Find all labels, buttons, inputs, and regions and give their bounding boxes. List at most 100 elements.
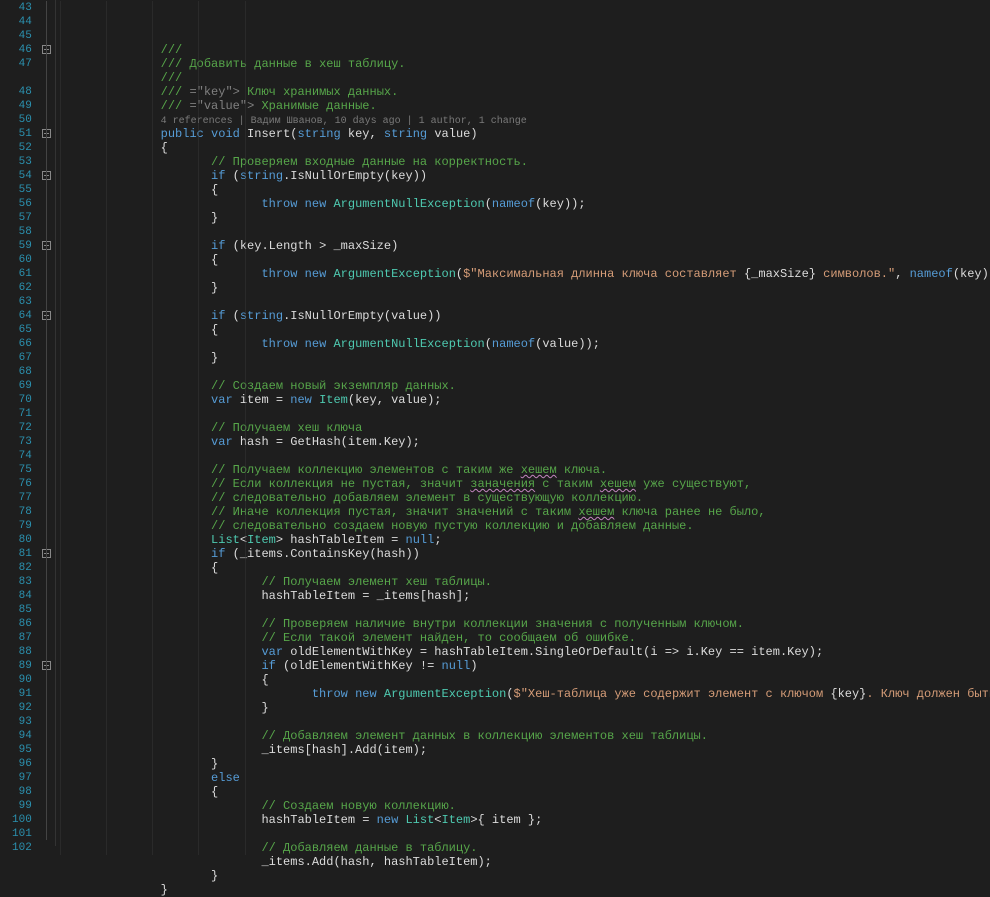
line-number[interactable]: 80 xyxy=(12,533,32,547)
line-number[interactable]: 68 xyxy=(12,365,32,379)
fold-cell xyxy=(38,854,55,868)
line-number[interactable]: 101 xyxy=(12,827,32,841)
line-number[interactable]: 74 xyxy=(12,449,32,463)
line-number[interactable]: 73 xyxy=(12,435,32,449)
line-number[interactable]: 83 xyxy=(12,575,32,589)
line-number[interactable]: 79 xyxy=(12,519,32,533)
line-number[interactable]: 86 xyxy=(12,617,32,631)
line-number[interactable]: 52 xyxy=(12,141,32,155)
line-number[interactable] xyxy=(12,71,32,85)
code-line xyxy=(60,295,990,309)
code-line: { xyxy=(60,183,990,197)
line-number[interactable]: 46 xyxy=(12,43,32,57)
code-line: public void Insert(string key, string va… xyxy=(60,127,990,141)
code-line: var oldElementWithKey = hashTableItem.Si… xyxy=(60,645,990,659)
line-number[interactable]: 66 xyxy=(12,337,32,351)
code-line: } xyxy=(60,757,990,771)
line-number[interactable]: 102 xyxy=(12,841,32,855)
line-number[interactable]: 96 xyxy=(12,757,32,771)
line-number[interactable]: 56 xyxy=(12,197,32,211)
line-number[interactable]: 69 xyxy=(12,379,32,393)
code-line xyxy=(60,603,990,617)
code-line: var hash = GetHash(item.Key); xyxy=(60,435,990,449)
code-line: // Добавляем данные в таблицу. xyxy=(60,841,990,855)
code-line: throw new ArgumentException($"Хеш-таблиц… xyxy=(60,687,990,701)
line-number[interactable]: 97 xyxy=(12,771,32,785)
line-number[interactable]: 88 xyxy=(12,645,32,659)
line-number[interactable]: 71 xyxy=(12,407,32,421)
code-line: // Если коллекция не пустая, значит зана… xyxy=(60,477,990,491)
line-number[interactable]: 77 xyxy=(12,491,32,505)
code-line: } xyxy=(60,281,990,295)
code-line: } xyxy=(60,351,990,365)
line-number[interactable]: 62 xyxy=(12,281,32,295)
line-number-gutter[interactable]: 4344454647 484950515253545556575859606162… xyxy=(0,0,38,846)
code-line: List<Item> hashTableItem = null; xyxy=(60,533,990,547)
line-number[interactable]: 94 xyxy=(12,729,32,743)
line-number[interactable]: 78 xyxy=(12,505,32,519)
line-number[interactable]: 43 xyxy=(12,1,32,15)
line-number[interactable]: 70 xyxy=(12,393,32,407)
code-line: { xyxy=(60,141,990,155)
line-number[interactable]: 61 xyxy=(12,267,32,281)
line-number[interactable]: 81 xyxy=(12,547,32,561)
code-line xyxy=(60,407,990,421)
code-line: { xyxy=(60,785,990,799)
line-number[interactable]: 98 xyxy=(12,785,32,799)
line-number[interactable]: 64 xyxy=(12,309,32,323)
line-number[interactable]: 50 xyxy=(12,113,32,127)
code-line: { xyxy=(60,673,990,687)
code-lens[interactable]: 4 references | Вадим Шванов, 10 days ago… xyxy=(60,113,990,127)
line-number[interactable]: 99 xyxy=(12,799,32,813)
line-number[interactable]: 92 xyxy=(12,701,32,715)
line-number[interactable]: 90 xyxy=(12,673,32,687)
line-number[interactable]: 53 xyxy=(12,155,32,169)
code-line: /// ="key"> Ключ хранимых данных. xyxy=(60,85,990,99)
line-number[interactable]: 54 xyxy=(12,169,32,183)
code-editor[interactable]: 4344454647 484950515253545556575859606162… xyxy=(0,0,990,846)
code-line: // Если такой элемент найден, то сообщае… xyxy=(60,631,990,645)
line-number[interactable]: 45 xyxy=(12,29,32,43)
fold-column[interactable] xyxy=(38,0,56,846)
code-line: // следовательно добавляем элемент в сущ… xyxy=(60,491,990,505)
line-number[interactable]: 93 xyxy=(12,715,32,729)
line-number[interactable]: 85 xyxy=(12,603,32,617)
code-line xyxy=(60,225,990,239)
code-line xyxy=(60,365,990,379)
line-number[interactable]: 84 xyxy=(12,589,32,603)
line-number[interactable]: 48 xyxy=(12,85,32,99)
code-line: _items[hash].Add(item); xyxy=(60,743,990,757)
line-number[interactable]: 57 xyxy=(12,211,32,225)
line-number[interactable]: 75 xyxy=(12,463,32,477)
line-number[interactable]: 89 xyxy=(12,659,32,673)
line-number[interactable]: 82 xyxy=(12,561,32,575)
code-line: /// xyxy=(60,71,990,85)
line-number[interactable]: 55 xyxy=(12,183,32,197)
code-line: else xyxy=(60,771,990,785)
line-number[interactable]: 91 xyxy=(12,687,32,701)
line-number[interactable]: 95 xyxy=(12,743,32,757)
code-line: if (key.Length > _maxSize) xyxy=(60,239,990,253)
code-line: if (oldElementWithKey != null) xyxy=(60,659,990,673)
line-number[interactable]: 100 xyxy=(12,813,32,827)
line-number[interactable]: 51 xyxy=(12,127,32,141)
code-line: // Проверяем наличие внутри коллекции зн… xyxy=(60,617,990,631)
line-number[interactable]: 87 xyxy=(12,631,32,645)
line-number[interactable]: 67 xyxy=(12,351,32,365)
line-number[interactable]: 63 xyxy=(12,295,32,309)
line-number[interactable]: 59 xyxy=(12,239,32,253)
code-line: } xyxy=(60,869,990,883)
code-line: // Добавляем элемент данных в коллекцию … xyxy=(60,729,990,743)
line-number[interactable]: 65 xyxy=(12,323,32,337)
code-content[interactable]: /// /// Добавить данные в хеш таблицу. /… xyxy=(56,0,990,846)
line-number[interactable]: 72 xyxy=(12,421,32,435)
code-line: if (string.IsNullOrEmpty(key)) xyxy=(60,169,990,183)
line-number[interactable]: 47 xyxy=(12,57,32,71)
code-line: if (string.IsNullOrEmpty(value)) xyxy=(60,309,990,323)
line-number[interactable]: 58 xyxy=(12,225,32,239)
line-number[interactable]: 44 xyxy=(12,15,32,29)
line-number[interactable]: 76 xyxy=(12,477,32,491)
line-number[interactable]: 49 xyxy=(12,99,32,113)
line-number[interactable]: 60 xyxy=(12,253,32,267)
code-line: /// xyxy=(60,43,990,57)
